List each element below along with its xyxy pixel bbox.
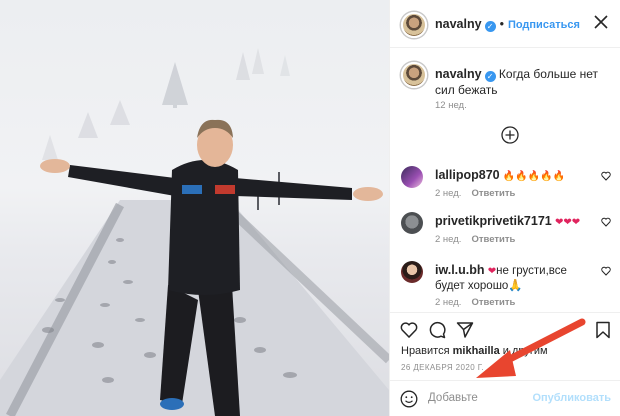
comment-username[interactable]: privetikprivetik7171 (435, 214, 552, 228)
publish-button[interactable]: Опубликовать (532, 392, 611, 404)
verified-icon: ✓ (484, 71, 496, 82)
comment-text: iw.l.u.bh ❤не грусти,все будет хорошо🙏 (435, 263, 595, 294)
save-icon[interactable] (595, 321, 611, 339)
like-icon[interactable] (400, 321, 418, 339)
reply-button[interactable]: Ответить (471, 234, 515, 245)
reply-button[interactable]: Ответить (471, 297, 515, 308)
comment-text: privetikprivetik7171 ❤❤❤ (435, 214, 595, 230)
commenter-avatar[interactable] (401, 261, 423, 283)
reply-button[interactable]: Ответить (471, 188, 515, 199)
commenter-avatar[interactable] (401, 166, 423, 188)
comment-username[interactable]: iw.l.u.bh (435, 263, 485, 277)
share-icon[interactable] (456, 321, 474, 339)
author-line: navalny ✓ • Подписаться (435, 17, 580, 32)
comment-item: iw.l.u.bh ❤не грусти,все будет хорошо🙏 2… (390, 261, 620, 308)
author-avatar[interactable] (401, 12, 427, 38)
caption-username[interactable]: navalny (435, 67, 482, 81)
more-icon[interactable] (593, 14, 609, 30)
comment-age: 2 нед. (435, 297, 462, 308)
verified-icon: ✓ (484, 21, 496, 32)
snowy-road-photo (0, 48, 389, 416)
comment-meta: 2 нед. Ответить (435, 188, 515, 199)
comment-item: lallipop870 🔥🔥🔥🔥🔥 2 нед. Ответить (390, 166, 620, 210)
comment-icon[interactable] (428, 321, 446, 339)
caption-age: 12 нед. (435, 100, 467, 111)
post-date[interactable]: 26 ДЕКАБРЯ 2020 Г. (401, 363, 484, 372)
post-panel: navalny ✓ • Подписаться navalny ✓ Когда боль… (389, 0, 620, 416)
comment-text: lallipop870 🔥🔥🔥🔥🔥 (435, 168, 595, 184)
post-header: navalny ✓ • Подписаться (390, 0, 620, 48)
emoji-icon[interactable] (400, 390, 418, 408)
comment-meta: 2 нед. Ответить (435, 234, 515, 245)
likes-line: Нравится mikhailla и другим (401, 345, 548, 357)
comment-input[interactable]: Добавьте (428, 392, 478, 404)
add-comment-bar: Добавьте Опубликовать (390, 380, 620, 416)
comment-meta: 2 нед. Ответить (435, 297, 515, 308)
heart-icon[interactable] (601, 217, 611, 227)
comment-username[interactable]: lallipop870 (435, 168, 500, 182)
action-bar (390, 312, 620, 348)
caption-text: navalny ✓ Когда больше нет сил бежать (435, 66, 615, 98)
likes-suffix[interactable]: и другим (503, 345, 548, 357)
heart-icon[interactable] (601, 171, 611, 181)
heart-icon[interactable] (601, 266, 611, 276)
comment-age: 2 нед. (435, 234, 462, 245)
plus-circle-icon[interactable] (501, 126, 519, 144)
comment-age: 2 нед. (435, 188, 462, 199)
comment-item: privetikprivetik7171 ❤❤❤ 2 нед. Ответить (390, 212, 620, 256)
post-photo[interactable] (0, 0, 389, 416)
likes-user[interactable]: mikhailla (453, 345, 500, 357)
comment-heart-emoji: ❤ (487, 266, 497, 277)
follow-button[interactable]: Подписаться (508, 19, 580, 31)
caption-avatar[interactable] (401, 62, 427, 88)
comment-body: ❤❤❤ (554, 217, 581, 228)
author-username[interactable]: navalny (435, 17, 482, 31)
likes-prefix: Нравится (401, 345, 450, 357)
comment-body: 🔥🔥🔥🔥🔥 (502, 171, 566, 182)
separator: • (499, 17, 504, 31)
commenter-avatar[interactable] (401, 212, 423, 234)
